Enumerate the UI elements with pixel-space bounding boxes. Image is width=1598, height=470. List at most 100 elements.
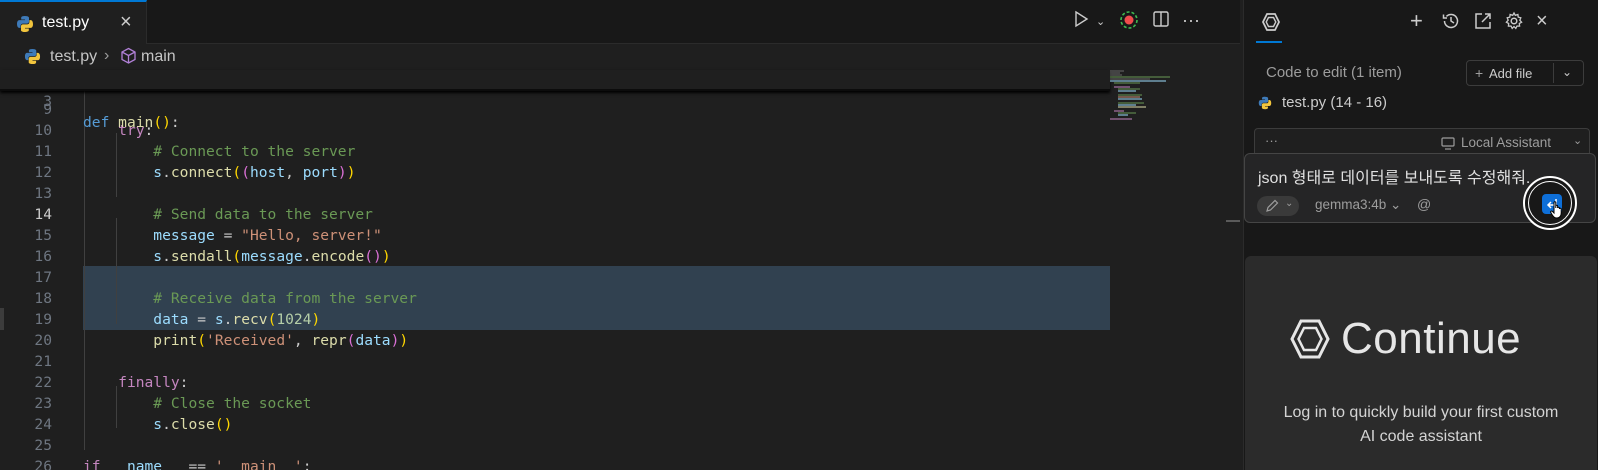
promo-brand-name: Continue xyxy=(1341,314,1522,363)
model-selector[interactable]: gemma3:4b ⌄ xyxy=(1315,197,1401,213)
line-number: 19 xyxy=(34,311,52,328)
new-session-icon[interactable]: + xyxy=(1410,9,1423,33)
code-line[interactable]: 24 s.close() xyxy=(0,414,1110,435)
code-text: message = "Hello, server!" xyxy=(153,227,382,244)
more-options-icon[interactable]: ··· xyxy=(1265,133,1278,148)
line-number: 13 xyxy=(34,185,52,202)
sticky-scroll-header[interactable]: 3 def main(): xyxy=(0,70,1110,131)
minimap[interactable] xyxy=(1110,70,1220,150)
edit-mode-toggle[interactable]: ⌄ xyxy=(1257,196,1299,216)
more-actions-icon[interactable]: ··· xyxy=(1182,8,1200,32)
run-python-button[interactable] xyxy=(1073,10,1089,35)
code-line[interactable]: 11 # Connect to the server xyxy=(0,141,1110,162)
code-text: s.sendall(message.encode()) xyxy=(153,248,391,265)
line-number: 3 xyxy=(43,93,52,110)
python-icon xyxy=(1258,96,1272,114)
code-text: s.connect((host, port)) xyxy=(153,164,356,181)
code-text: s.close() xyxy=(153,416,233,433)
code-line[interactable]: 14 # Send data to the server xyxy=(0,204,1110,225)
code-line[interactable]: 17 xyxy=(0,267,1110,288)
line-number: 11 xyxy=(34,143,52,160)
chevron-down-icon[interactable]: ⌄ xyxy=(1562,65,1572,79)
sticky-line: 3 def main(): xyxy=(0,70,1110,131)
sash-handle[interactable] xyxy=(0,308,4,330)
mention-button[interactable]: @ xyxy=(1417,196,1431,212)
send-button-focus-ring xyxy=(1523,176,1577,230)
editor-area: test.py × ⌄ ··· test.py › main 9 10 try:… xyxy=(0,0,1240,470)
add-file-button[interactable]: + Add file ⌄ xyxy=(1466,60,1584,86)
line-number: 23 xyxy=(34,395,52,412)
line-number: 24 xyxy=(34,416,52,433)
code-to-edit-title: Code to edit (1 item) xyxy=(1266,64,1402,81)
chevron-down-icon: ⌄ xyxy=(1285,198,1294,209)
code-line[interactable]: 25 xyxy=(0,435,1110,456)
line-number: 21 xyxy=(34,353,52,370)
assistant-label: Local Assistant xyxy=(1461,135,1552,150)
line-number: 25 xyxy=(34,437,52,454)
scrollbar-marker xyxy=(1226,220,1240,222)
code-line[interactable]: 13 xyxy=(0,183,1110,204)
line-number: 14 xyxy=(34,206,52,223)
gear-icon[interactable] xyxy=(1504,11,1524,37)
code-text: print('Received', repr(data)) xyxy=(153,332,409,349)
line-number: 18 xyxy=(34,290,52,307)
split-editor-icon[interactable] xyxy=(1152,10,1170,35)
line-number: 15 xyxy=(34,227,52,244)
breadcrumb: test.py › main xyxy=(0,44,1110,70)
add-file-label: Add file xyxy=(1489,66,1533,81)
code-line[interactable]: 20 print('Received', repr(data)) xyxy=(0,330,1110,351)
tab-test-py[interactable]: test.py × xyxy=(0,0,147,44)
code-line[interactable]: 22 finally: xyxy=(0,372,1110,393)
continue-logo-icon[interactable] xyxy=(1261,12,1281,37)
breadcrumb-symbol[interactable]: main xyxy=(141,48,176,66)
code-line[interactable]: 12 s.connect((host, port)) xyxy=(0,162,1110,183)
model-label: gemma3:4b xyxy=(1315,197,1387,212)
continue-logo-icon xyxy=(1289,318,1331,365)
chat-input[interactable]: json 형태로 데이터를 보내도록 수정해줘. ⌄ gemma3:4b ⌄ @ xyxy=(1244,153,1596,230)
code-line[interactable]: 18 # Receive data from the server xyxy=(0,288,1110,309)
line-number: 17 xyxy=(34,269,52,286)
assistant-selector[interactable]: ··· Local Assistant ⌄ xyxy=(1254,128,1590,156)
panel-header: + × xyxy=(1244,0,1598,44)
method-symbol-icon xyxy=(120,47,137,70)
python-icon xyxy=(16,15,34,38)
code-item-label: test.py (14 - 16) xyxy=(1282,94,1388,111)
chat-input-text[interactable]: json 형태로 데이터를 보내도록 수정해줘. xyxy=(1258,164,1530,188)
line-number: 12 xyxy=(34,164,52,181)
tab-label: test.py xyxy=(42,14,90,31)
code-line[interactable]: 19 data = s.recv(1024) xyxy=(0,309,1110,330)
code-line[interactable]: 23 # Close the socket xyxy=(0,393,1110,414)
active-view-indicator xyxy=(1256,41,1282,43)
line-number: 22 xyxy=(34,374,52,391)
debug-record-icon[interactable] xyxy=(1118,9,1140,38)
button-divider xyxy=(1553,63,1554,83)
open-in-editor-icon[interactable] xyxy=(1473,11,1493,37)
code-text: data = s.recv(1024) xyxy=(153,311,321,328)
tab-bar: test.py × ⌄ ··· xyxy=(0,0,1240,44)
pencil-icon xyxy=(1265,199,1279,218)
history-icon[interactable] xyxy=(1441,11,1461,37)
breadcrumb-file[interactable]: test.py xyxy=(50,48,97,66)
close-icon[interactable]: × xyxy=(1536,9,1548,33)
code-text: if __name__ == '__main__': xyxy=(83,458,312,470)
code-line[interactable]: 26 if __name__ == '__main__': xyxy=(0,456,1110,470)
python-icon xyxy=(24,48,41,70)
continue-panel: + × Code to edit (1 item) + Add file ⌄ t… xyxy=(1243,0,1598,470)
code-text: finally: xyxy=(118,374,189,391)
sticky-code: def main(): xyxy=(83,114,180,131)
continue-promo-card: Continue Log in to quickly build your fi… xyxy=(1245,256,1597,470)
line-number: 20 xyxy=(34,332,52,349)
code-line[interactable]: 21 xyxy=(0,351,1110,372)
code-line[interactable]: 16 s.sendall(message.encode()) xyxy=(0,246,1110,267)
code-text: # Receive data from the server xyxy=(153,290,417,307)
code-text: # Send data to the server xyxy=(153,206,373,223)
chevron-down-icon: ⌄ xyxy=(1573,135,1583,147)
line-number: 26 xyxy=(34,458,52,470)
code-to-edit-section: Code to edit (1 item) + Add file ⌄ test.… xyxy=(1258,60,1586,122)
breadcrumb-separator: › xyxy=(104,47,110,64)
code-line[interactable]: 15 message = "Hello, server!" xyxy=(0,225,1110,246)
editor-scrollbar[interactable] xyxy=(1226,44,1240,470)
code-text: # Close the socket xyxy=(153,395,312,412)
run-dropdown-chevron-icon[interactable]: ⌄ xyxy=(1096,10,1105,34)
close-tab-icon[interactable]: × xyxy=(120,11,132,33)
